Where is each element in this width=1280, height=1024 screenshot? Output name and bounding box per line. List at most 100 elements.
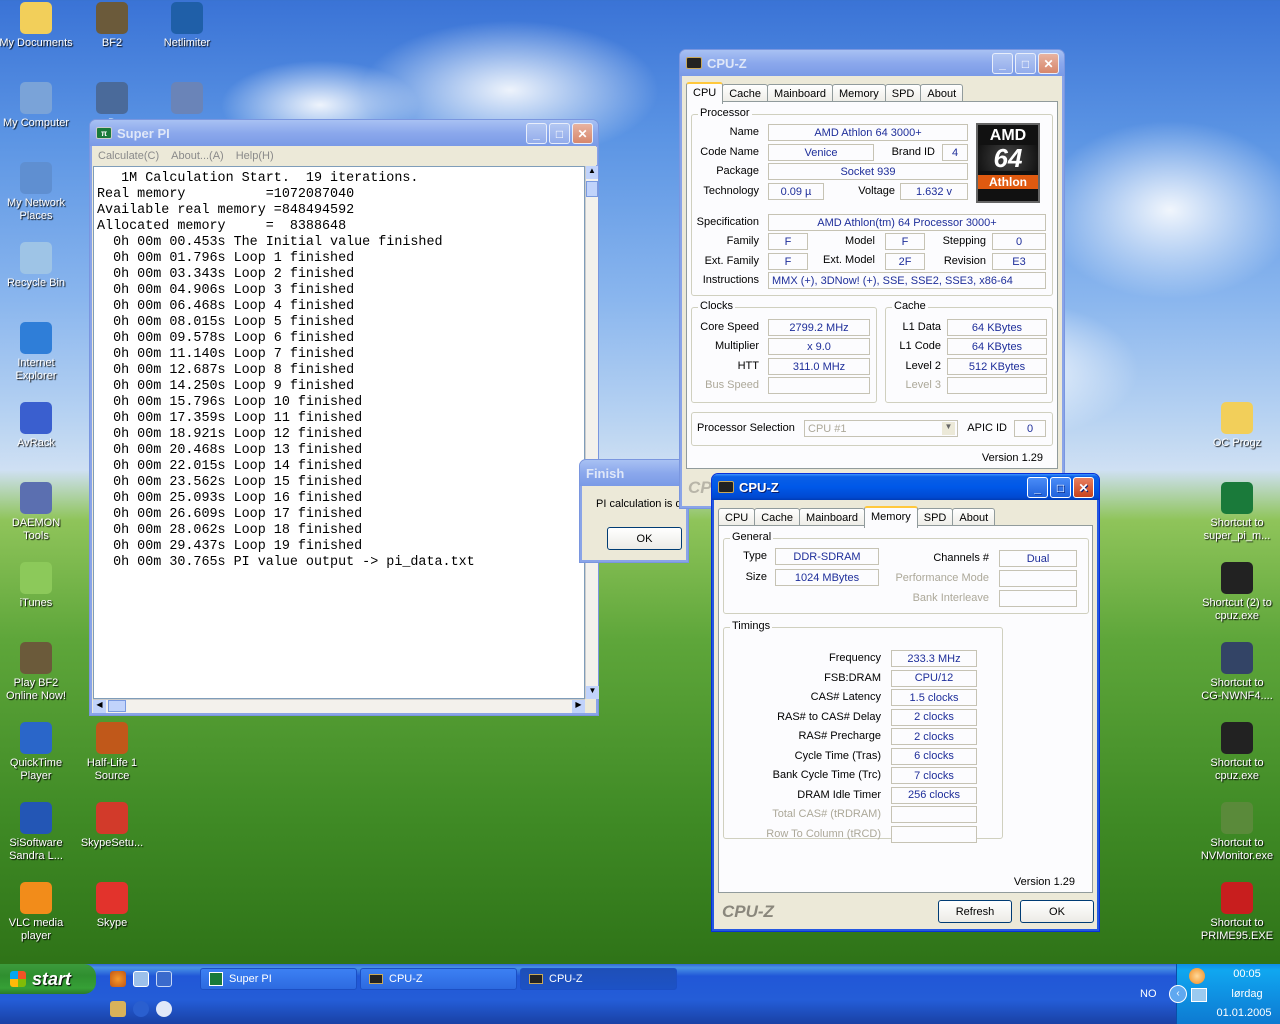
desktop-icon[interactable]: Shortcut to CG-NWNF4.... xyxy=(1199,642,1275,703)
extfamily-label: Ext. Family xyxy=(704,255,759,267)
cpuz-title: CPU-Z xyxy=(739,479,779,495)
desktop-icon-label: Play BF2 Online Now! xyxy=(6,677,66,702)
chevron-down-icon: ▼ xyxy=(942,422,955,435)
media-icon[interactable] xyxy=(156,971,172,987)
network-tray-icon[interactable] xyxy=(1191,988,1207,1002)
timing-label: Bank Cycle Time (Trc) xyxy=(772,769,881,781)
close-button[interactable]: ✕ xyxy=(1038,53,1059,74)
desktop-icon[interactable]: Play BF2 Online Now! xyxy=(0,642,74,703)
desktop-icon[interactable]: Half-Life 1 Source xyxy=(74,722,150,783)
volume-tray-icon[interactable] xyxy=(1189,968,1205,984)
taskbar-item-cpuz-1[interactable]: CPU-Z xyxy=(360,968,517,990)
finish-titlebar[interactable]: Finish xyxy=(580,460,688,486)
minimize-button[interactable]: _ xyxy=(992,53,1013,74)
superpi-titlebar[interactable]: π Super PI _ □ ✕ xyxy=(90,120,598,146)
minimize-button[interactable]: _ xyxy=(526,123,547,144)
timings-group-label: Timings xyxy=(730,620,773,632)
refresh-button[interactable]: Refresh xyxy=(938,900,1012,923)
clock-time[interactable]: 00:05 xyxy=(1217,968,1277,980)
firefox-icon[interactable] xyxy=(110,971,126,987)
scroll-up-button[interactable]: ▲ xyxy=(586,166,598,179)
tray-expand-icon[interactable]: ‹ xyxy=(1169,985,1187,1003)
show-desktop-icon[interactable] xyxy=(133,971,149,987)
scroll-left-button[interactable]: ◀ xyxy=(93,700,106,713)
nvmonitor-icon xyxy=(1221,802,1253,834)
refresh-icon[interactable] xyxy=(156,1001,172,1017)
computer-icon xyxy=(20,82,52,114)
menu-about[interactable]: About...(A) xyxy=(171,150,224,162)
desktop-icon[interactable]: Shortcut to cpuz.exe xyxy=(1199,722,1275,783)
desktop-icon[interactable]: iTunes xyxy=(0,562,74,610)
minimize-button[interactable]: _ xyxy=(1027,477,1048,498)
language-indicator[interactable]: NO xyxy=(1140,988,1157,1000)
channels-value: Dual xyxy=(999,550,1077,567)
vertical-scrollbar[interactable]: ▲ ▼ xyxy=(585,166,599,699)
cpuz-titlebar[interactable]: CPU-Z _ □ ✕ xyxy=(712,474,1099,500)
horizontal-scrollbar[interactable]: ◀ ▶ xyxy=(93,699,585,713)
finish-ok-button[interactable]: OK xyxy=(607,527,682,550)
ok-button[interactable]: OK xyxy=(1020,900,1094,923)
scroll-down-button[interactable]: ▼ xyxy=(586,686,599,699)
name-value: AMD Athlon 64 3000+ xyxy=(768,124,968,141)
revision-value: E3 xyxy=(992,253,1046,270)
desktop-icon[interactable]: Shortcut (2) to cpuz.exe xyxy=(1199,562,1275,623)
taskbar-item-cpuz-2[interactable]: CPU-Z xyxy=(520,968,677,990)
output-line: 0h 00m 14.250s Loop 9 finished xyxy=(97,379,355,394)
close-button[interactable]: ✕ xyxy=(1073,477,1094,498)
desktop-icon-label: Shortcut (2) to cpuz.exe xyxy=(1202,597,1272,622)
maximize-button[interactable]: □ xyxy=(1050,477,1071,498)
desktop-icon[interactable]: DAEMON Tools xyxy=(0,482,74,543)
desktop-icon[interactable] xyxy=(149,82,225,117)
cpuz-app-icon xyxy=(718,481,734,493)
desktop-icon-label: Shortcut to CG-NWNF4.... xyxy=(1201,677,1273,702)
desktop-icon[interactable]: Netlimiter xyxy=(149,2,225,50)
desktop-icon[interactable]: Internet Explorer xyxy=(0,322,74,383)
taskbar-item-superpi[interactable]: Super PI xyxy=(200,968,357,990)
desktop-icon[interactable]: Recycle Bin xyxy=(0,242,74,290)
desktop-icon[interactable]: BF2 xyxy=(74,2,150,50)
tab-cpu[interactable]: CPU xyxy=(686,82,724,104)
info-icon[interactable] xyxy=(133,1001,149,1017)
timing-value: CPU/12 xyxy=(891,669,977,687)
desktop-icon[interactable]: SiSoftware Sandra L... xyxy=(0,802,74,863)
desktop-icon[interactable]: My Documents xyxy=(0,2,74,50)
menu-help[interactable]: Help(H) xyxy=(236,150,274,162)
brandid-label: Brand ID xyxy=(891,146,935,158)
desktop-icon[interactable]: Shortcut to PRIME95.EXE xyxy=(1199,882,1275,943)
timing-value: 2 clocks xyxy=(891,728,977,745)
desktop-icon[interactable]: SkypeSetu... xyxy=(74,802,150,850)
stepping-value: 0 xyxy=(992,233,1046,250)
start-button[interactable]: start xyxy=(0,964,96,994)
clock-day: lørdag xyxy=(1231,988,1263,1000)
output-line: Available real memory =848494592 xyxy=(97,203,355,218)
menu-calculate[interactable]: Calculate(C) xyxy=(98,150,159,162)
channels-label: Channels # xyxy=(933,552,989,564)
scroll-thumb[interactable] xyxy=(586,181,598,197)
desktop-icon[interactable]: VLC media player xyxy=(0,882,74,943)
maximize-button[interactable]: □ xyxy=(549,123,570,144)
cpuz-titlebar[interactable]: CPU-Z _ □ ✕ xyxy=(680,50,1064,76)
desktop-icon[interactable]: My Computer xyxy=(0,82,74,130)
close-button[interactable]: ✕ xyxy=(572,123,593,144)
desktop-icon[interactable]: Shortcut to NVMonitor.exe xyxy=(1199,802,1275,863)
desktop-icon[interactable]: Shortcut to super_pi_m... xyxy=(1199,482,1275,543)
desktop-icon[interactable]: QuickTime Player xyxy=(0,722,74,783)
model-value: F xyxy=(885,233,925,250)
tab-memory[interactable]: Memory xyxy=(864,506,918,528)
scroll-thumb-h[interactable] xyxy=(108,700,126,712)
processor-selection-dropdown[interactable]: CPU #1 ▼ xyxy=(804,420,958,437)
desktop-icon[interactable]: My Network Places xyxy=(0,162,74,223)
l1data-label: L1 Data xyxy=(902,321,941,333)
desktop-icon[interactable]: Skype xyxy=(74,882,150,930)
quicktime-icon xyxy=(20,722,52,754)
scroll-right-button[interactable]: ▶ xyxy=(572,700,585,713)
package-label: Package xyxy=(716,165,759,177)
desktop-icon[interactable]: OC Progz xyxy=(1199,402,1275,450)
desktop-icon-label: OC Progz xyxy=(1212,437,1262,449)
output-line: 0h 00m 18.921s Loop 12 finished xyxy=(97,427,363,442)
model-label: Model xyxy=(845,235,875,247)
extfamily-value: F xyxy=(768,253,808,270)
desktop-icon[interactable]: AvRack xyxy=(0,402,74,450)
maximize-button[interactable]: □ xyxy=(1015,53,1036,74)
tool-icon[interactable] xyxy=(110,1001,126,1017)
